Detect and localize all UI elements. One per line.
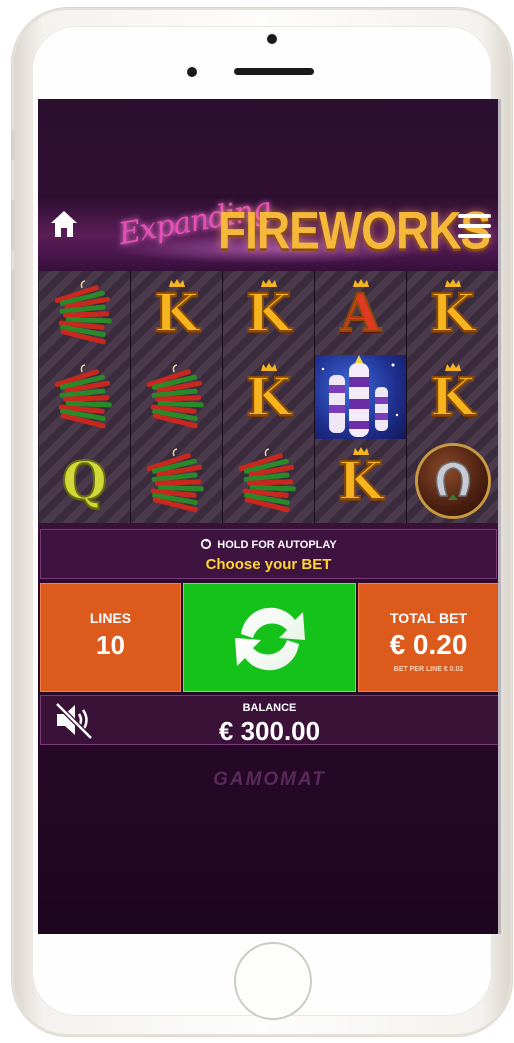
autoplay-icon [201,538,212,550]
total-bet-value: € 0.20 [389,629,468,660]
home-icon[interactable] [50,209,78,239]
front-camera [267,34,277,44]
crown-icon [444,279,461,287]
symbol-k: K [407,355,498,439]
autoplay-hint-text: HOLD FOR AUTOPLAY [217,539,337,551]
crown-icon [352,447,369,455]
phone-side-button [11,130,14,160]
brand-watermark: GAMOMAT [213,769,326,790]
autoplay-hint: HOLD FOR AUTOPLAY [41,538,496,551]
balance-value: € 300.00 [218,716,321,746]
symbol-letter: K [337,450,384,513]
symbol-k: K [223,271,314,355]
symbol-firecracker [39,271,130,355]
symbol-firecracker [131,439,222,523]
phone-volume-up [11,200,14,250]
symbol-rocket [315,355,406,439]
reels-grid: QKKKAKKK [38,271,501,523]
symbol-letter: Q [61,450,108,513]
screen-edge [498,99,501,934]
logo-main-text: FIREWORKS [218,200,491,260]
phone-volume-down [11,270,14,320]
reel-1: Q [39,271,131,523]
symbol-k: K [407,271,498,355]
crown-icon [352,279,369,287]
total-bet-selector[interactable]: TOTAL BET € 0.20 BET PER LINE € 0.02 [358,583,499,692]
hamburger-menu-icon[interactable] [458,214,491,238]
balance-label: BALANCE [242,702,297,714]
proximity-sensor [187,67,197,77]
symbol-letter: K [245,366,292,429]
balance-bar: BALANCE € 300.00 [40,695,499,746]
symbol-q: Q [39,439,130,523]
rocket-icon [321,355,399,437]
choose-bet-text: Choose your BET [205,556,332,573]
horseshoe-coin [417,446,488,516]
crown-icon [260,363,277,371]
symbol-k: K [223,355,314,439]
earpiece-speaker [234,68,314,75]
reel-5: KK [407,271,499,523]
symbol-letter: K [245,282,292,345]
reel-4: AK [315,271,407,523]
spin-arrows-icon [235,607,305,671]
symbol-a: A [315,271,406,355]
symbol-letter: K [429,366,476,429]
lines-selector[interactable]: LINES 10 [40,583,181,692]
symbol-firecracker [131,355,222,439]
firecracker-icon [146,448,204,513]
horseshoe-icon [435,461,470,500]
firecracker-icon [54,364,112,429]
bet-per-line: BET PER LINE € 0.02 [393,666,464,673]
crown-icon [260,279,277,287]
game-screen: Expanding FIREWORKS QKKKAKKK HOLD FOR AU… [38,99,501,934]
spin-button[interactable] [183,583,356,692]
lines-value: 10 [96,630,125,660]
crown-icon [444,363,461,371]
symbol-letter: K [429,282,476,345]
reel-3: KK [223,271,315,523]
total-bet-label: TOTAL BET [390,610,467,626]
firecracker-icon [146,364,204,429]
symbol-firecracker [223,439,314,523]
symbol-letter: A [339,282,381,345]
firecracker-icon [54,280,112,345]
crown-icon [168,279,185,287]
symbol-firecracker [39,355,130,439]
lines-label: LINES [89,610,132,626]
symbol-k: K [315,439,406,523]
symbol-k: K [131,271,222,355]
reel-2: K [131,271,223,523]
symbol-horseshoe [407,439,498,523]
firecracker-icon [238,448,296,513]
phone-home-button[interactable] [234,942,312,1020]
autoplay-bar[interactable]: HOLD FOR AUTOPLAY Choose your BET [40,529,497,579]
symbol-letter: K [153,282,200,345]
